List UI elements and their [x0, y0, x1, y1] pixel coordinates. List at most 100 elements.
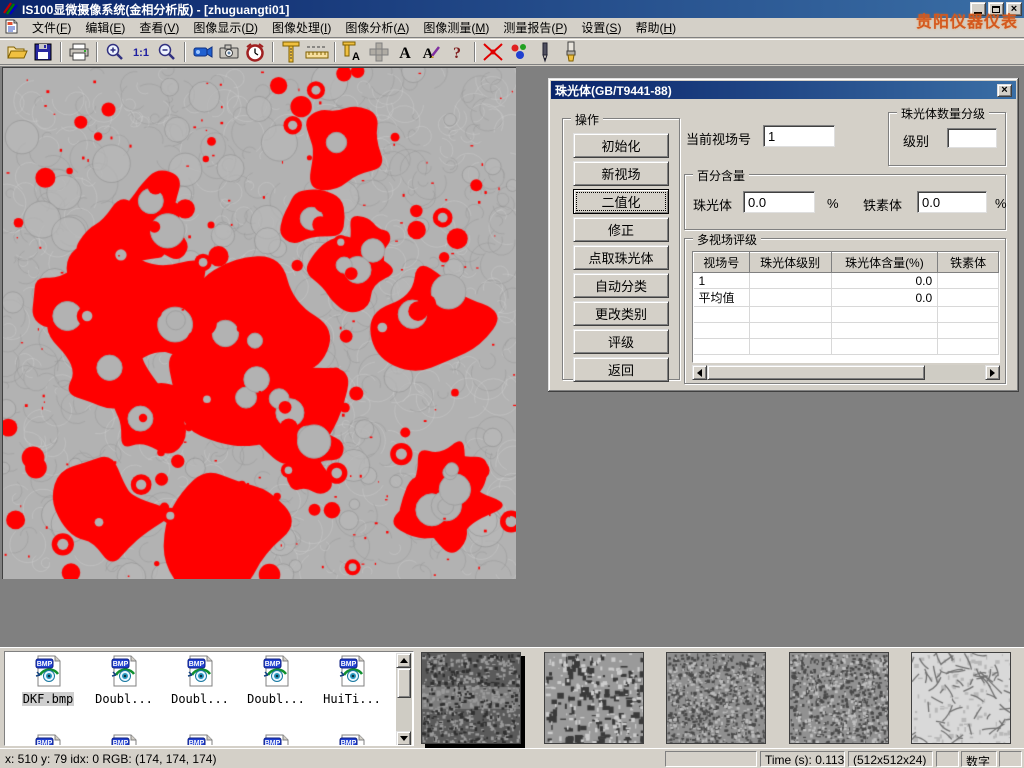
file-name[interactable]: HuiTi... — [322, 692, 382, 706]
menu-item-2[interactable]: 查看(V) — [132, 17, 186, 38]
table-column-2[interactable]: 珠光体含量(%) — [831, 253, 938, 273]
file-vertical-scrollbar[interactable] — [396, 653, 412, 746]
toolbar-separator — [272, 42, 274, 62]
table-column-3[interactable]: 铁素体 — [938, 253, 999, 273]
table-row-4[interactable] — [694, 339, 999, 355]
table-row-2[interactable] — [694, 307, 999, 323]
table-horizontal-scrollbar[interactable] — [692, 365, 1000, 380]
file-name[interactable]: Doubl... — [94, 692, 154, 706]
file-item-1[interactable]: BMPDoubl... — [87, 655, 161, 706]
brush-icon[interactable] — [558, 40, 584, 64]
menu-item-0[interactable]: 文件(F) — [25, 17, 78, 38]
classify-balls-icon[interactable] — [506, 40, 532, 64]
table-cell — [694, 339, 750, 355]
zoom-in-icon[interactable] — [102, 40, 128, 64]
bmp-file-icon: BMP — [336, 676, 368, 690]
menu-item-9[interactable]: 帮助(H) — [628, 17, 683, 38]
print-icon[interactable] — [66, 40, 92, 64]
open-folder-icon[interactable] — [4, 40, 30, 64]
current-field-input[interactable] — [763, 125, 835, 147]
op-button-1[interactable]: 新视场 — [573, 161, 669, 186]
file-item-row2-2[interactable]: BMP — [163, 734, 237, 746]
file-item-2[interactable]: BMP Doubl... — [163, 655, 237, 706]
table-cell: 0.0 — [831, 289, 938, 307]
toolbar: 1:1AAA? — [0, 39, 1024, 65]
file-name[interactable]: DKF.bmp — [22, 692, 75, 706]
ferrite-value-input[interactable] — [917, 191, 987, 213]
scrollbar-thumb[interactable] — [397, 668, 411, 698]
file-item-row2-3[interactable]: BMP — [239, 734, 313, 746]
table-column-1[interactable]: 珠光体级别 — [749, 253, 831, 273]
file-item-0[interactable]: BMP DKF.bmp — [11, 655, 85, 706]
timer-clock-icon[interactable] — [242, 40, 268, 64]
zoom-out-icon[interactable] — [154, 40, 180, 64]
op-button-4[interactable]: 点取珠光体 — [573, 245, 669, 270]
table-row-0[interactable]: 10.0 — [694, 273, 999, 289]
percent-group: 百分含量 珠光体 % 铁素体 % — [684, 174, 1006, 230]
menu-item-3[interactable]: 图像显示(D) — [186, 17, 265, 38]
thumbnail-4[interactable] — [911, 652, 1011, 744]
table-cell — [938, 323, 999, 339]
help-icon[interactable]: ? — [444, 40, 470, 64]
file-item-4[interactable]: BMP HuiTi... — [315, 655, 389, 706]
text-a-icon[interactable]: A — [392, 40, 418, 64]
file-item-row2-4[interactable]: BMP — [315, 734, 389, 746]
actual-size-icon[interactable]: 1:1 — [128, 40, 154, 64]
scrollbar-thumb[interactable] — [707, 365, 925, 380]
level-input[interactable] — [947, 128, 997, 148]
menu-item-4[interactable]: 图像处理(I) — [265, 17, 338, 38]
svg-text:BMP: BMP — [37, 661, 53, 668]
edit-text-icon[interactable]: A — [418, 40, 444, 64]
menu-item-5[interactable]: 图像分析(A) — [338, 17, 416, 38]
measure-text-icon[interactable]: A — [340, 40, 366, 64]
file-name[interactable]: Doubl... — [246, 692, 306, 706]
bmp-file-icon: BMP — [184, 676, 216, 690]
scroll-down-button[interactable] — [396, 731, 411, 746]
table-column-0[interactable]: 视场号 — [694, 253, 750, 273]
file-item-row2-0[interactable]: BMP — [11, 734, 85, 746]
file-item-3[interactable]: BMPDoubl... — [239, 655, 313, 706]
ruler-icon[interactable] — [304, 40, 330, 64]
menu-item-1[interactable]: 编辑(E) — [78, 17, 132, 38]
delete-mark-icon[interactable] — [480, 40, 506, 64]
menu-item-8[interactable]: 设置(S) — [574, 17, 628, 38]
document-icon[interactable] — [4, 19, 19, 37]
thumbnail-2[interactable] — [666, 652, 766, 744]
op-button-2[interactable]: 二值化 — [573, 189, 669, 214]
pearlite-value-input[interactable] — [743, 191, 815, 213]
op-button-6[interactable]: 更改类别 — [573, 301, 669, 326]
video-camera-icon[interactable] — [190, 40, 216, 64]
scroll-up-button[interactable] — [396, 653, 411, 668]
table-row-3[interactable] — [694, 323, 999, 339]
thumbnail-3[interactable] — [789, 652, 889, 744]
dialog-close-button[interactable]: × — [997, 84, 1012, 97]
op-button-5[interactable]: 自动分类 — [573, 273, 669, 298]
caliper-icon[interactable] — [278, 40, 304, 64]
pen-icon[interactable] — [532, 40, 558, 64]
status-panel-empty-1 — [665, 751, 757, 767]
op-button-7[interactable]: 评级 — [573, 329, 669, 354]
workspace: 珠光体(GB/T9441-88) × 操作 初始化新视场二值化修正点取珠光体自动… — [0, 66, 1024, 647]
thumbnail-1[interactable] — [544, 652, 644, 744]
scroll-left-button[interactable] — [692, 365, 707, 380]
photo-camera-icon[interactable] — [216, 40, 242, 64]
bmp-file-icon: BMP — [32, 676, 64, 690]
micrograph-image[interactable] — [2, 67, 516, 579]
operation-group: 操作 初始化新视场二值化修正点取珠光体自动分类更改类别评级返回 — [562, 118, 680, 380]
multi-field-table[interactable]: 视场号珠光体级别珠光体含量(%)铁素体10.0平均值0.0 — [692, 251, 1000, 363]
file-item-row2-1[interactable]: BMP — [87, 734, 161, 746]
scroll-right-button[interactable] — [985, 365, 1000, 380]
table-row-1[interactable]: 平均值0.0 — [694, 289, 999, 307]
grid-icon[interactable] — [366, 40, 392, 64]
svg-text:BMP: BMP — [189, 661, 205, 668]
file-name[interactable]: Doubl... — [170, 692, 230, 706]
op-button-3[interactable]: 修正 — [573, 217, 669, 242]
menu-item-7[interactable]: 测量报告(P) — [496, 17, 574, 38]
save-floppy-icon[interactable] — [30, 40, 56, 64]
menu-item-6[interactable]: 图像测量(M) — [416, 17, 496, 38]
op-button-8[interactable]: 返回 — [573, 357, 669, 382]
ferrite-label: 铁素体 — [863, 195, 902, 214]
op-button-0[interactable]: 初始化 — [573, 133, 669, 158]
table-cell: 0.0 — [831, 273, 938, 289]
thumbnail-0[interactable] — [421, 652, 521, 744]
